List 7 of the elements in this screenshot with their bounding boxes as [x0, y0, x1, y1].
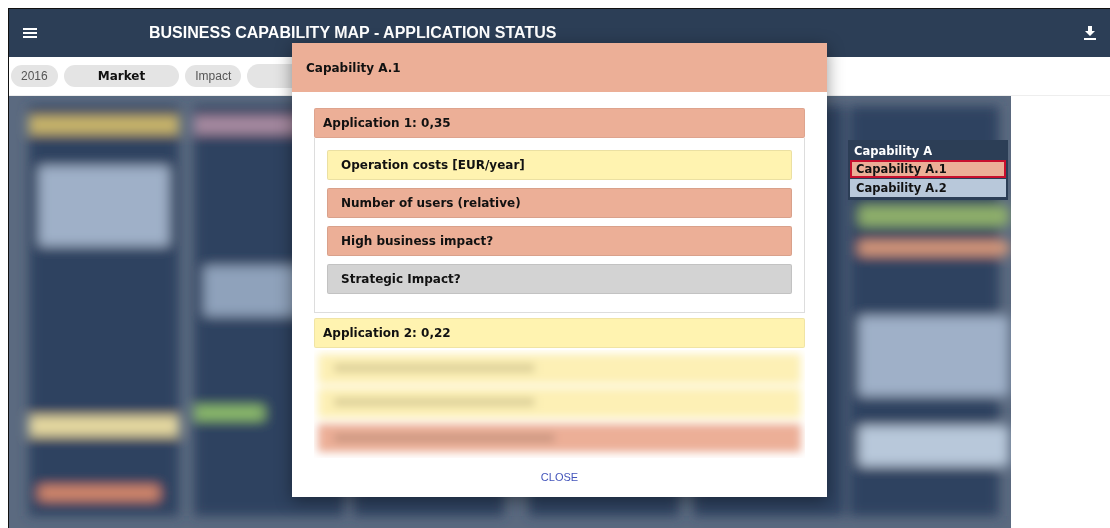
app-title: BUSINESS CAPABILITY MAP - APPLICATION STATUS — [149, 24, 558, 42]
filter-chip[interactable]: 2016 — [11, 65, 58, 87]
filter-chip[interactable]: Impact — [185, 65, 242, 87]
filter-chip[interactable]: Market — [63, 65, 180, 87]
menu-icon[interactable] — [23, 27, 37, 39]
download-icon[interactable] — [1084, 26, 1096, 40]
dialog-title: Capability A.1 — [292, 43, 827, 92]
